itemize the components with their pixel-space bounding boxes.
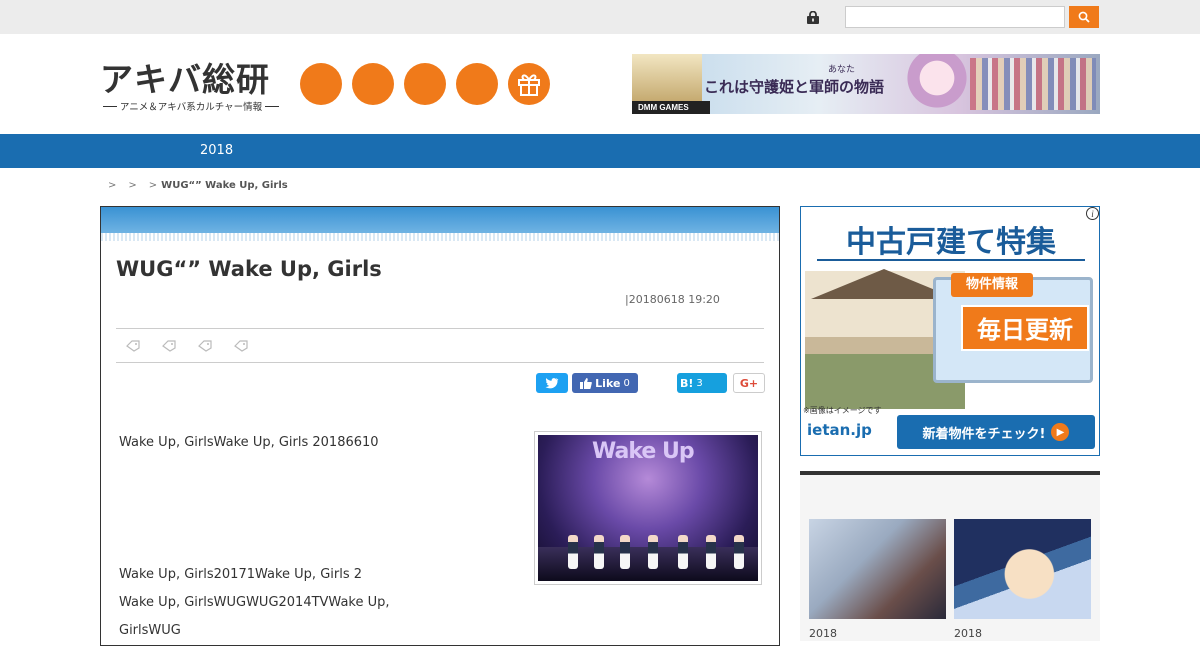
- top-bar: [0, 0, 1200, 34]
- ad-cta-label: 新着物件をチェック!: [922, 426, 1046, 442]
- ad-logo: ietan.jp: [807, 421, 872, 439]
- banner-brand: DMM GAMES: [632, 101, 710, 114]
- lock-icon[interactable]: [806, 11, 820, 24]
- social-link-1[interactable]: [300, 63, 342, 105]
- article-photo[interactable]: Wake Up: [534, 431, 762, 585]
- breadcrumb-separator[interactable]: >: [128, 180, 136, 191]
- tag-icon[interactable]: [126, 340, 140, 352]
- breadcrumb-separator: >: [148, 180, 158, 191]
- widget-item-date[interactable]: 2018: [954, 627, 982, 640]
- ad-cta-button[interactable]: 新着物件をチェック! ▶: [897, 415, 1095, 449]
- google-plus-icon: G+: [739, 376, 759, 390]
- facebook-like-button[interactable]: Like 0: [572, 373, 638, 393]
- tag-icon[interactable]: [234, 340, 248, 352]
- banner-headline: これは守護姫と軍師の物語: [704, 78, 885, 96]
- article-paragraph: GirlsWUG: [119, 623, 181, 638]
- gift-icon: [518, 74, 540, 96]
- hatena-label: B!: [680, 376, 694, 390]
- main-nav: 2018: [0, 134, 1200, 168]
- game-ad-banner[interactable]: あなた これは守護姫と軍師の物語 DMM GAMES: [632, 54, 1100, 114]
- social-link-3[interactable]: [404, 63, 446, 105]
- thumbs-up-icon: [580, 377, 593, 389]
- hatena-count: 3: [696, 377, 703, 389]
- stage-sign: Wake Up: [592, 439, 695, 464]
- search-input[interactable]: [845, 6, 1065, 28]
- twitter-share-button[interactable]: [536, 373, 568, 393]
- gift-link[interactable]: [508, 63, 550, 105]
- ad-info-icon[interactable]: i: [1086, 207, 1099, 220]
- banner-small-text: あなた: [828, 65, 856, 75]
- divider: [116, 328, 764, 329]
- ad-headline: 中古戸建て特集: [846, 225, 1056, 260]
- article-header-band: [101, 207, 779, 233]
- article-paragraph: Wake Up, GirlsWUGWUG2014TVWake Up,: [119, 595, 390, 610]
- nav-item-2018[interactable]: 2018: [200, 143, 233, 158]
- logo-text: アキバ総研: [100, 60, 270, 99]
- article-paragraph: Wake Up, GirlsWake Up, Girls 20186610: [119, 435, 379, 450]
- social-link-2[interactable]: [352, 63, 394, 105]
- widget-thumbnail[interactable]: [809, 519, 946, 619]
- twitter-icon: [545, 378, 559, 389]
- google-plus-button[interactable]: G+: [733, 373, 765, 393]
- divider: [116, 362, 764, 363]
- facebook-like-label: Like: [595, 376, 621, 390]
- search-button[interactable]: [1069, 6, 1099, 28]
- related-widget: 2018 2018: [800, 471, 1100, 641]
- widget-item-date[interactable]: 2018: [809, 627, 837, 640]
- hatena-bookmark-button[interactable]: B! 3: [677, 373, 727, 393]
- article-paragraph: Wake Up, Girls20171Wake Up, Girls 2: [119, 567, 363, 582]
- search-icon: [1078, 11, 1090, 23]
- tag-icon[interactable]: [162, 340, 176, 352]
- site-logo[interactable]: アキバ総研 アニメ＆アキバ系カルチャー情報: [100, 60, 282, 113]
- social-link-4[interactable]: [456, 63, 498, 105]
- breadcrumb: > > > WUG“” Wake Up, Girls: [108, 180, 288, 191]
- article-date: |20180618 19:20: [625, 293, 720, 306]
- stage-photo: Wake Up: [538, 435, 758, 581]
- widget-thumbnail[interactable]: [954, 519, 1091, 619]
- ad-note: ※画像はイメージです: [803, 406, 882, 415]
- play-icon: ▶: [1051, 423, 1070, 441]
- article-header-stripe: [101, 233, 779, 241]
- breadcrumb-separator[interactable]: >: [108, 180, 116, 191]
- breadcrumb-current: WUG“” Wake Up, Girls: [161, 180, 288, 191]
- banner-crowd-art: [970, 58, 1096, 110]
- tag-icon[interactable]: [198, 340, 212, 352]
- ad-badge-big: 毎日更新: [961, 305, 1089, 351]
- article-card: WUG“” Wake Up, Girls |20180618 19:20 Lik…: [100, 206, 780, 646]
- facebook-like-count: 0: [623, 377, 630, 389]
- logo-tagline: アニメ＆アキバ系カルチャー情報: [100, 99, 282, 113]
- ad-badge-small: 物件情報: [951, 273, 1033, 297]
- real-estate-ad[interactable]: 中古戸建て特集 物件情報 毎日更新 ※画像はイメージです ietan.jp 新着…: [800, 206, 1100, 456]
- banner-character-art: [904, 54, 970, 114]
- article-title: WUG“” Wake Up, Girls: [116, 257, 382, 281]
